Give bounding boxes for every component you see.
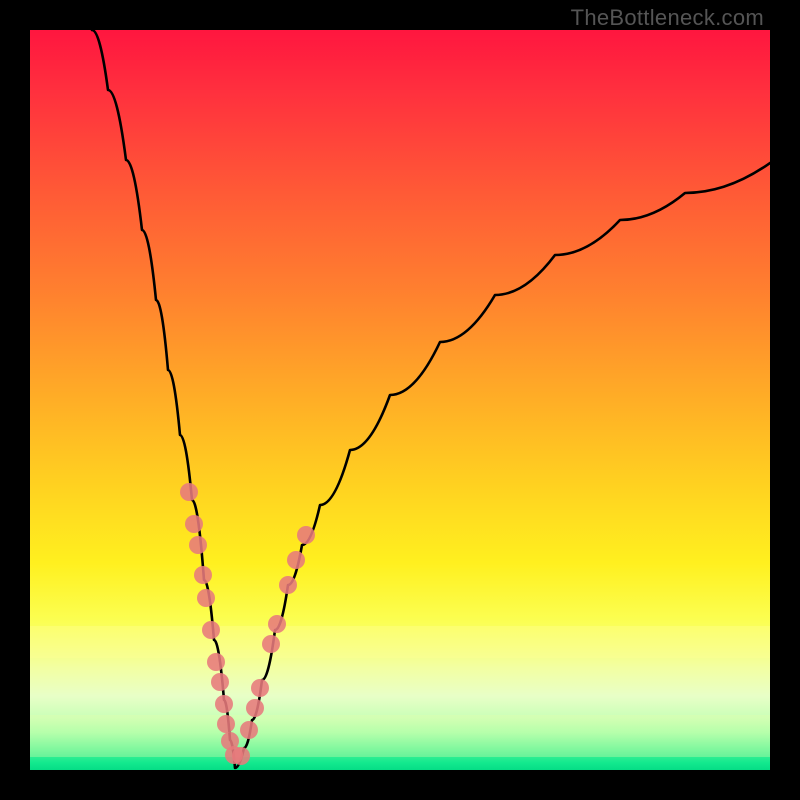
- sample-dot: [279, 576, 297, 594]
- bottleneck-curve: [92, 30, 770, 768]
- sample-dot: [287, 551, 305, 569]
- sample-dot: [268, 615, 286, 633]
- sample-dot: [262, 635, 280, 653]
- sample-dot: [240, 721, 258, 739]
- sample-dot: [246, 699, 264, 717]
- plot-area: [30, 30, 770, 770]
- sample-dot: [217, 715, 235, 733]
- curve-svg: [30, 30, 770, 770]
- sample-dot: [197, 589, 215, 607]
- sample-dot: [202, 621, 220, 639]
- sample-dot: [251, 679, 269, 697]
- sample-dot: [232, 747, 250, 765]
- watermark-text: TheBottleneck.com: [571, 5, 764, 31]
- sample-dot: [185, 515, 203, 533]
- sample-dot: [180, 483, 198, 501]
- sample-dots: [180, 483, 315, 765]
- sample-dot: [189, 536, 207, 554]
- sample-dot: [215, 695, 233, 713]
- sample-dot: [297, 526, 315, 544]
- sample-dot: [194, 566, 212, 584]
- sample-dot: [207, 653, 225, 671]
- sample-dot: [211, 673, 229, 691]
